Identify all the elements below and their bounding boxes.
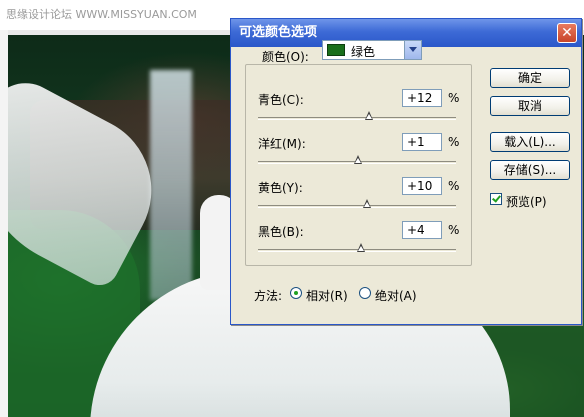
close-icon: ✕ <box>561 25 573 41</box>
absolute-radio-label[interactable]: 绝对(A) <box>375 287 417 304</box>
relative-radio-label[interactable]: 相对(R) <box>306 287 348 304</box>
method-label: 方法: <box>254 289 283 303</box>
ok-button[interactable]: 确定 <box>490 68 570 88</box>
chevron-down-icon[interactable] <box>404 41 421 59</box>
colors-label: 颜色(O): <box>262 50 309 64</box>
cyan-percent-sign: % <box>448 91 460 105</box>
load-button[interactable]: 载入(L)... <box>490 132 570 152</box>
cyan-slider-thumb[interactable] <box>364 111 374 121</box>
cyan-value-input[interactable]: +12 <box>402 89 442 107</box>
colors-dropdown[interactable]: 绿色 <box>322 40 422 60</box>
magenta-percent-sign: % <box>448 135 460 149</box>
watermark-text: 思缘设计论坛 WWW.MISSYUAN.COM <box>6 8 197 21</box>
cyan-label: 青色(C): <box>258 93 304 107</box>
cyan-slider-track[interactable] <box>258 117 456 120</box>
preview-checkbox[interactable] <box>490 193 502 205</box>
yellow-value-input[interactable]: +10 <box>402 177 442 195</box>
colors-selected-value: 绿色 <box>351 45 376 59</box>
black-label: 黑色(B): <box>258 225 304 239</box>
magenta-slider-thumb[interactable] <box>353 155 363 165</box>
magenta-value-input[interactable]: +1 <box>402 133 442 151</box>
yellow-slider-thumb[interactable] <box>362 199 372 209</box>
magenta-label: 洋红(M): <box>258 137 306 151</box>
absolute-radio[interactable] <box>359 287 371 299</box>
save-button[interactable]: 存储(S)... <box>490 160 570 180</box>
cancel-button[interactable]: 取消 <box>490 96 570 116</box>
yellow-label: 黄色(Y): <box>258 181 303 195</box>
yellow-slider-track[interactable] <box>258 205 456 208</box>
canvas-edge-left <box>0 30 8 417</box>
black-slider-thumb[interactable] <box>356 243 366 253</box>
waterfall <box>150 70 192 300</box>
close-button[interactable]: ✕ <box>557 23 577 43</box>
preview-label[interactable]: 预览(P) <box>506 193 547 210</box>
black-value-input[interactable]: +4 <box>402 221 442 239</box>
black-percent-sign: % <box>448 223 460 237</box>
color-swatch <box>327 44 345 56</box>
dialog-title: 可选颜色选项 <box>239 25 318 40</box>
relative-radio[interactable] <box>290 287 302 299</box>
yellow-percent-sign: % <box>448 179 460 193</box>
